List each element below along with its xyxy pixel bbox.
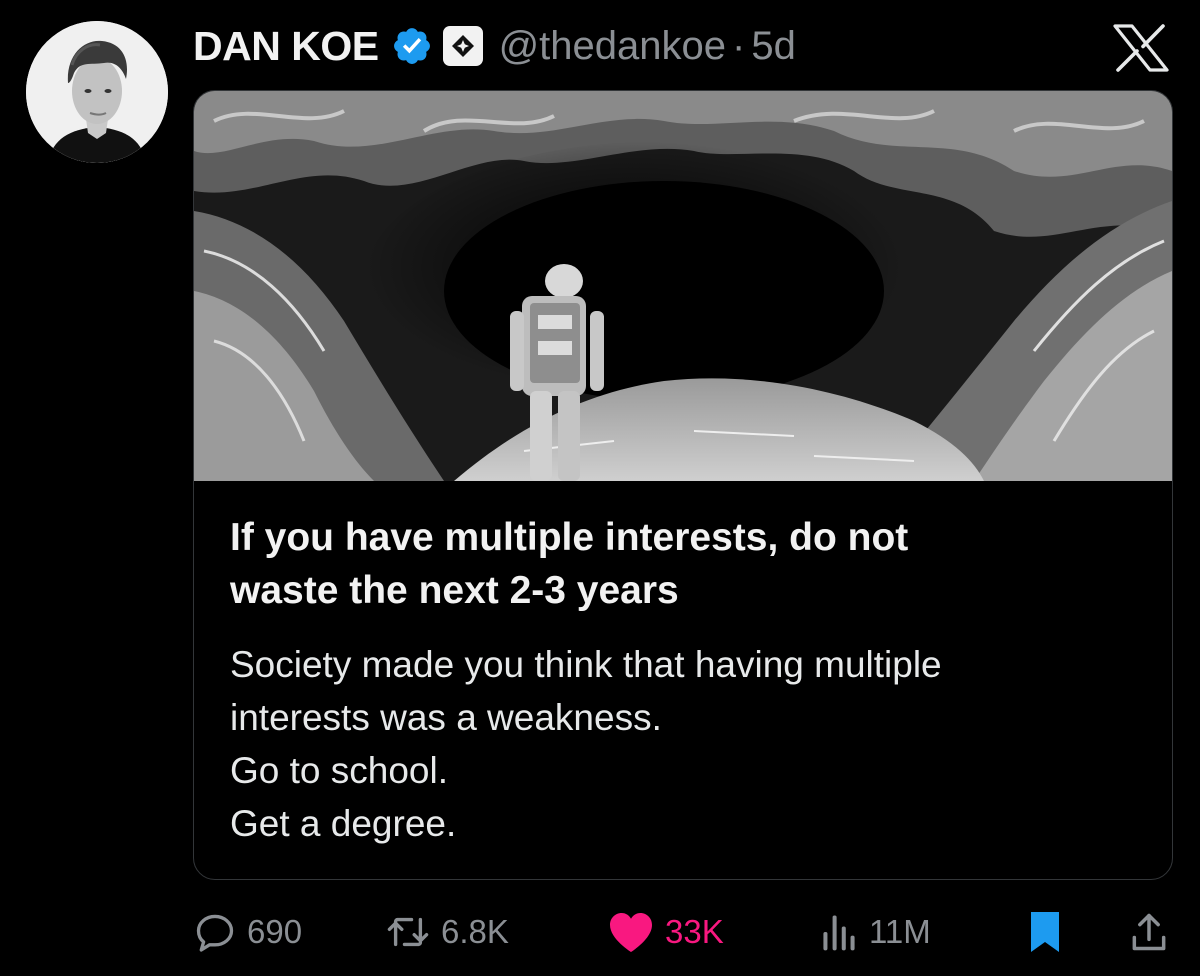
article-title-line-1: If you have multiple interests, do not bbox=[230, 516, 909, 559]
like-count: 33K bbox=[665, 913, 724, 950]
article-title[interactable]: If you have multiple interests, do not w… bbox=[230, 511, 1130, 617]
reply-button[interactable]: 690 bbox=[193, 906, 302, 958]
x-logo-icon bbox=[1113, 24, 1169, 72]
avatar[interactable] bbox=[26, 21, 168, 163]
repost-button[interactable]: 6.8K bbox=[385, 906, 509, 958]
author-handle[interactable]: @thedankoe bbox=[499, 24, 726, 69]
bookmark-button[interactable] bbox=[1029, 906, 1061, 958]
article-title-line-2: waste the next 2-3 years bbox=[230, 569, 679, 612]
avatar-photo bbox=[26, 21, 168, 163]
article-card[interactable]: If you have multiple interests, do not w… bbox=[193, 90, 1173, 880]
excerpt-line: Go to school. bbox=[230, 750, 449, 791]
separator-dot: · bbox=[732, 23, 746, 68]
excerpt-line: interests was a weakness. bbox=[230, 697, 662, 738]
article-image bbox=[194, 91, 1172, 481]
excerpt-line: Society made you think that having multi… bbox=[230, 644, 942, 685]
affiliate-badge-icon[interactable] bbox=[441, 24, 485, 68]
article-excerpt: Society made you think that having multi… bbox=[230, 638, 1150, 850]
like-button[interactable]: 33K bbox=[607, 906, 724, 958]
views-button[interactable]: 11M bbox=[819, 906, 931, 958]
post-time[interactable]: 5d bbox=[751, 24, 796, 69]
views-icon bbox=[823, 915, 855, 951]
heart-icon bbox=[610, 913, 652, 952]
action-bar: 690 6.8K 33K 11M bbox=[193, 906, 1173, 958]
excerpt-line: Get a degree. bbox=[230, 803, 457, 844]
repost-count: 6.8K bbox=[441, 913, 509, 950]
verified-badge-icon[interactable] bbox=[391, 25, 433, 67]
bookmark-icon bbox=[1031, 912, 1059, 952]
author-display-name[interactable]: DAN KOE bbox=[193, 23, 379, 70]
reply-icon bbox=[196, 914, 234, 952]
reply-count: 690 bbox=[247, 913, 303, 950]
views-count: 11M bbox=[869, 913, 931, 950]
post-header: DAN KOE @thedankoe · 5d bbox=[193, 22, 796, 70]
repost-icon bbox=[387, 917, 429, 947]
share-icon bbox=[1132, 913, 1166, 951]
share-button[interactable] bbox=[1129, 906, 1169, 958]
